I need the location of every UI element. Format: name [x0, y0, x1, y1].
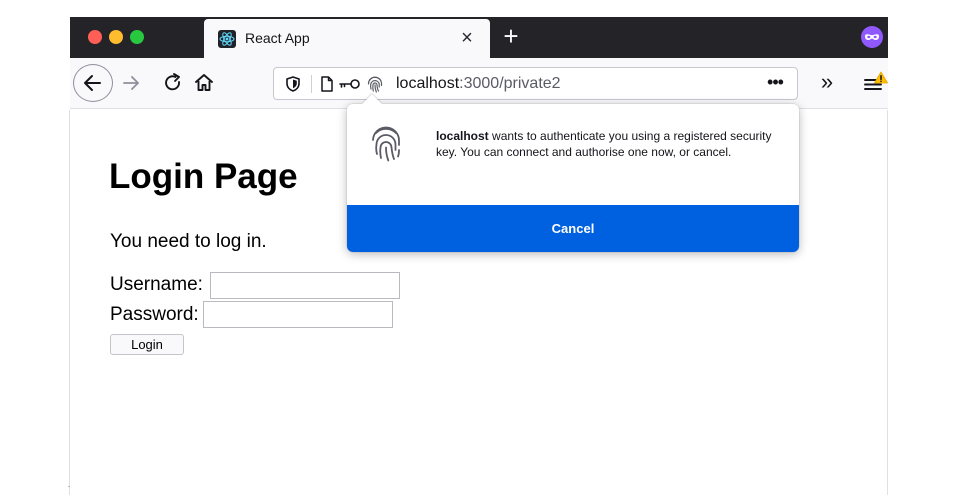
- tab-close-button[interactable]: ×: [456, 25, 478, 51]
- username-input[interactable]: [210, 272, 400, 299]
- forward-button[interactable]: [117, 69, 145, 97]
- password-input[interactable]: [203, 301, 393, 328]
- fingerprint-icon[interactable]: [365, 74, 385, 94]
- toolbar-overflow-button[interactable]: »: [814, 70, 840, 96]
- navigation-toolbar: localhost:3000/private2 ••• »: [70, 58, 888, 109]
- login-button[interactable]: Login: [110, 334, 184, 355]
- home-icon: [195, 74, 213, 91]
- react-logo-icon: [218, 30, 236, 48]
- url-text[interactable]: localhost:3000/private2: [396, 74, 561, 94]
- back-arrow-icon: [84, 75, 101, 91]
- window-minimize-dot[interactable]: [109, 30, 123, 44]
- url-path: :3000/private2: [459, 75, 561, 92]
- popup-host: localhost: [436, 129, 489, 143]
- security-key-auth-popup: localhost wants to authenticate you usin…: [347, 94, 799, 252]
- password-label: Password:: [110, 304, 199, 325]
- window-right-edge: [887, 110, 888, 495]
- home-button[interactable]: [190, 69, 218, 97]
- tab-react-app[interactable]: React App ×: [204, 19, 490, 58]
- window-left-edge: [69, 110, 70, 495]
- login-required-message: You need to log in.: [110, 231, 267, 252]
- forward-arrow-icon: [123, 76, 139, 90]
- cancel-button[interactable]: Cancel: [347, 205, 799, 252]
- reload-button[interactable]: [159, 69, 187, 97]
- app-menu-button[interactable]: [860, 70, 890, 96]
- new-tab-button[interactable]: +: [500, 21, 522, 51]
- page-info-icon[interactable]: [319, 75, 335, 93]
- key-icon[interactable]: [338, 76, 362, 92]
- tracking-protection-shield-icon[interactable]: [284, 75, 302, 93]
- window-zoom-dot[interactable]: [130, 30, 144, 44]
- url-separator: [311, 75, 312, 93]
- hamburger-menu-warning-icon: [864, 71, 888, 90]
- address-bar[interactable]: localhost:3000/private2 •••: [273, 67, 798, 100]
- page-actions-button[interactable]: •••: [760, 71, 790, 97]
- window-close-dot[interactable]: [88, 30, 102, 44]
- reload-icon: [165, 73, 180, 91]
- url-host: localhost: [396, 75, 460, 92]
- tab-strip: React App × +: [70, 17, 888, 58]
- tab-title: React App: [245, 30, 310, 46]
- private-browsing-mask-icon[interactable]: [861, 26, 883, 48]
- username-label: Username:: [110, 274, 203, 295]
- popup-message: localhost wants to authenticate you usin…: [436, 128, 776, 160]
- window-corner-mark: [68, 486, 70, 487]
- back-button[interactable]: [73, 64, 113, 102]
- popup-body: localhost wants to authenticate you usin…: [347, 104, 799, 205]
- fingerprint-icon: [368, 125, 404, 163]
- page-title: Login Page: [109, 157, 298, 196]
